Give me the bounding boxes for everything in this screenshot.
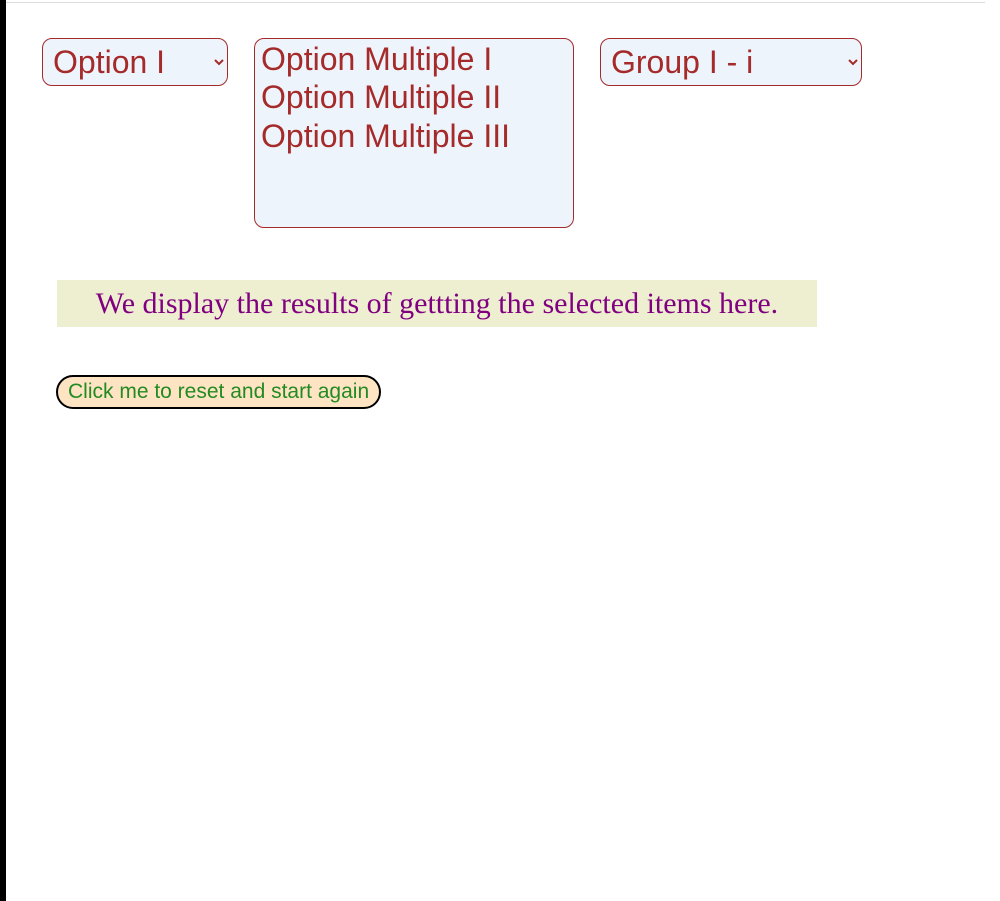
- multi-option-item[interactable]: Option Multiple III: [261, 118, 567, 156]
- single-option-select[interactable]: Option I: [42, 38, 228, 86]
- multiple-option-select[interactable]: Option Multiple I Option Multiple II Opt…: [254, 38, 574, 228]
- group-option-select[interactable]: Group I - i: [600, 38, 862, 86]
- left-edge-bar: [0, 0, 6, 901]
- results-display: We display the results of gettting the s…: [57, 280, 817, 327]
- top-divider: [6, 2, 985, 3]
- reset-button[interactable]: Click me to reset and start again: [56, 375, 381, 409]
- multi-option-item[interactable]: Option Multiple I: [261, 41, 567, 79]
- selects-row: Option I Option Multiple I Option Multip…: [42, 38, 980, 228]
- multi-option-item[interactable]: Option Multiple II: [261, 79, 567, 117]
- main-content: Option I Option Multiple I Option Multip…: [42, 38, 980, 409]
